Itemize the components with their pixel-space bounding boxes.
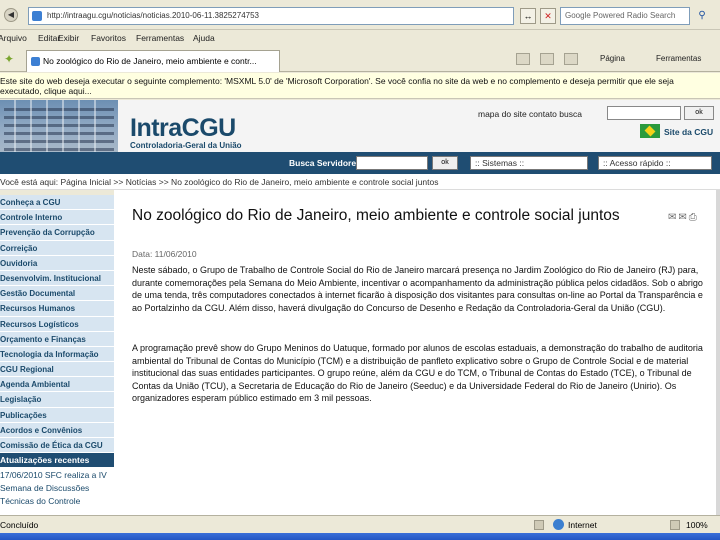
sidebar-item-desenvolvimento[interactable]: Desenvolvim. Institucional [0,270,114,287]
header-search-button[interactable]: ok [684,106,714,120]
print-icon[interactable] [564,53,578,65]
search-input[interactable]: Google Powered Radio Search [560,7,690,25]
article-date: Data: 11/06/2010 [132,249,197,259]
servers-search-input[interactable] [356,156,428,170]
address-bar: ◀ http://intraagu.cgu/noticias/noticias.… [0,0,720,30]
article-paragraph-1: Neste sábado, o Grupo de Trabalho de Con… [132,265,703,313]
favorites-star-icon[interactable]: ✦ [4,52,14,66]
go-arrow-icon[interactable]: ↔ [520,8,536,24]
site-logo[interactable]: IntraCGU [130,114,236,143]
info-bar[interactable]: Este site do web deseja executar o segui… [0,73,720,99]
article: No zoológico do Rio de Janeiro, meio amb… [114,190,720,515]
tab-bar: ✦ No zoológico do Rio de Janeiro, meio a… [0,46,720,72]
sidebar-item-recursos-logisticos[interactable]: Recursos Logísticos [0,316,114,332]
servers-search-button[interactable]: ok [432,156,458,170]
menu-exibir[interactable]: Exibir [58,33,79,43]
print-icon[interactable]: ⎙ [689,212,699,223]
status-text: Concluído [0,520,39,530]
feeds-icon[interactable] [540,53,554,65]
sidebar-item-orcamento[interactable]: Orçamento e Finanças [0,331,114,347]
sidebar-item-recursos-humanos[interactable]: Recursos Humanos [0,301,114,317]
sidebar-item-gestao-documental[interactable]: Gestão Documental [0,286,114,302]
sidebar-item-acordos[interactable]: Acordos e Convênios [0,422,114,438]
sidebar-item-agenda-ambiental[interactable]: Agenda Ambiental [0,377,114,393]
internet-zone-icon [553,519,564,530]
sidebar-item-publicacoes[interactable]: Publicações [0,407,114,423]
brazil-flag-icon [640,124,660,138]
sidebar-item-correicao[interactable]: Correição [0,240,114,256]
servers-search-label: Busca Servidores [289,158,361,168]
quick-access-select[interactable]: :: Acesso rápido :: [598,156,712,170]
zone-label: Internet [568,520,597,530]
systems-select[interactable]: :: Sistemas :: [470,156,588,170]
header-search-input[interactable] [607,106,681,120]
recent-updates-heading: Atualizações recentes [0,453,114,468]
servers-search-strip: Busca Servidores ok :: Sistemas :: :: Ac… [0,152,720,174]
security-icon [534,520,544,530]
sidebar-item-controle-interno[interactable]: Controle Interno [0,210,114,226]
breadcrumb[interactable]: Você está aqui: Página Inicial >> Notíci… [0,174,720,190]
zoom-level[interactable]: 100% [686,520,708,530]
stop-icon[interactable]: ✕ [540,8,556,24]
menu-ajuda[interactable]: Ajuda [193,33,215,43]
windows-taskbar [0,533,720,540]
back-icon[interactable]: ◀ [4,8,18,22]
menu-editar[interactable]: Editar [38,33,60,43]
sidebar: Conheça a CGU Controle Interno Prevenção… [0,195,114,515]
site-header: IntraCGU Controladoria-Geral da União ma… [0,100,720,152]
building-photo [0,100,118,152]
tab-current[interactable]: No zoológico do Rio de Janeiro, meio amb… [26,50,280,72]
sidebar-item-comissao-etica[interactable]: Comissão de Ética da CGU [0,438,114,454]
article-title: No zoológico do Rio de Janeiro, meio amb… [132,207,620,224]
page-menu[interactable]: Página [600,54,625,63]
home-icon[interactable] [516,53,530,65]
header-links[interactable]: mapa do site contato busca [478,109,582,119]
menu-ferramentas[interactable]: Ferramentas [136,33,184,43]
search-icon[interactable]: ⚲ [694,8,710,24]
article-paragraph-2: A programação prevê show do Grupo Menino… [132,343,703,404]
email-icon[interactable]: ✉ [678,212,688,223]
sidebar-item-prevencao[interactable]: Prevenção da Corrupção [0,225,114,241]
menu-bar: Arquivo Editar Exibir Favoritos Ferramen… [0,30,720,46]
article-tools: ✉✉⎙ [668,212,699,223]
status-bar: Concluído Internet 100% [0,515,720,533]
comment-icon[interactable]: ✉ [668,212,678,223]
sidebar-item-conheca[interactable]: Conheça a CGU [0,195,114,211]
url-field[interactable]: http://intraagu.cgu/noticias/noticias.20… [28,7,514,25]
sidebar-item-ouvidoria[interactable]: Ouvidoria [0,255,114,271]
sidebar-item-legislacao[interactable]: Legislação [0,392,114,408]
recent-update-link[interactable]: 17/06/2010 SFC realiza a IV Semana de Di… [0,467,114,508]
protected-mode-icon [670,520,680,530]
site-logo-subtitle: Controladoria-Geral da União [130,141,242,150]
site-cgu-link[interactable]: Site da CGU [664,127,713,137]
sidebar-item-cgu-regional[interactable]: CGU Regional [0,362,114,378]
page-icon [32,11,42,21]
page-icon [31,57,40,66]
menu-favoritos[interactable]: Favoritos [91,33,126,43]
sidebar-item-tecnologia[interactable]: Tecnologia da Informação [0,346,114,363]
menu-arquivo[interactable]: Arquivo [0,33,27,43]
page-scrollbar[interactable] [716,190,720,515]
tools-menu[interactable]: Ferramentas [656,54,701,63]
tab-title: No zoológico do Rio de Janeiro, meio amb… [43,56,257,66]
